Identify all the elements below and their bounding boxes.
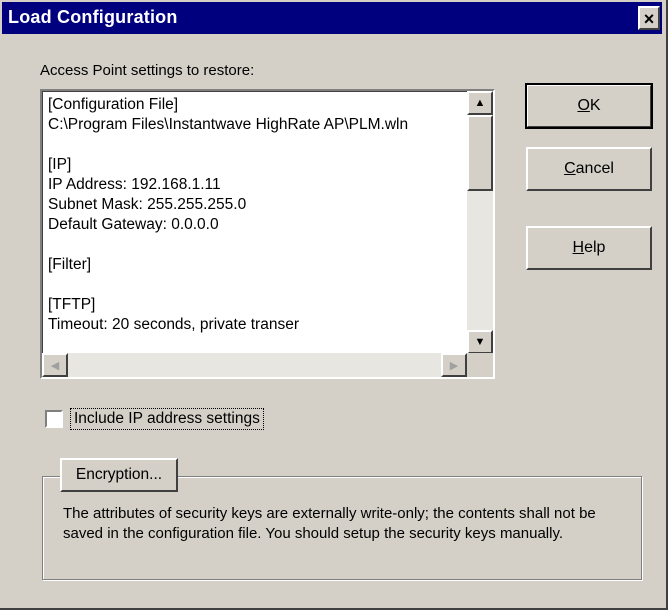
settings-line: [IP]	[48, 156, 72, 173]
load-configuration-dialog: Load Configuration × Access Point settin…	[0, 0, 668, 610]
horizontal-scrollbar[interactable]: ◀ ▶	[42, 353, 467, 377]
ok-rest-label: K	[589, 97, 601, 114]
settings-line	[48, 135, 468, 155]
settings-line: [TFTP]	[48, 296, 96, 313]
arrow-right-icon: ▶	[449, 359, 459, 372]
help-accel-letter: H	[572, 239, 585, 256]
settings-listbox[interactable]: [Configuration File] C:\Program Files\Ins…	[40, 89, 495, 379]
cancel-rest-label: ancel	[575, 160, 614, 177]
ok-button[interactable]: OK	[525, 83, 653, 129]
cancel-accel-letter: C	[564, 160, 576, 177]
settings-line: Timeout: 20 seconds, private transer	[48, 316, 299, 333]
include-ip-label[interactable]: Include IP address settings	[70, 408, 264, 430]
vertical-scrollbar[interactable]: ▲ ▼	[467, 91, 493, 354]
settings-line: Default Gateway: 0.0.0.0	[48, 216, 219, 233]
settings-line	[48, 235, 468, 255]
settings-line: [Filter]	[48, 256, 92, 273]
arrow-left-icon: ◀	[50, 359, 60, 372]
scrollbar-corner	[467, 353, 493, 377]
settings-text: [Configuration File] C:\Program Files\Ins…	[48, 95, 468, 353]
settings-label: Access Point settings to restore:	[40, 62, 255, 79]
close-icon: ×	[643, 9, 655, 29]
arrow-down-icon: ▼	[474, 336, 486, 348]
close-button[interactable]: ×	[638, 6, 660, 30]
settings-line: C:\Program Files\Instantwave HighRate AP…	[48, 116, 409, 133]
scroll-right-button[interactable]: ▶	[441, 353, 467, 377]
encryption-note: The attributes of security keys are exte…	[63, 505, 596, 542]
ok-accel-letter: O	[577, 97, 590, 114]
dialog-title: Load Configuration	[8, 7, 178, 27]
vertical-scroll-thumb[interactable]	[467, 115, 493, 191]
help-button[interactable]: Help	[526, 226, 652, 270]
settings-line	[48, 275, 468, 295]
include-ip-checkbox[interactable]	[45, 410, 63, 428]
scroll-up-button[interactable]: ▲	[467, 91, 493, 115]
settings-line: [Configuration File]	[48, 96, 179, 113]
cancel-button[interactable]: Cancel	[526, 147, 652, 191]
title-bar[interactable]: Load Configuration ×	[2, 2, 662, 34]
scroll-left-button[interactable]: ◀	[42, 353, 68, 377]
arrow-up-icon: ▲	[474, 97, 486, 109]
scroll-down-button[interactable]: ▼	[467, 330, 493, 354]
settings-line: Subnet Mask: 255.255.255.0	[48, 196, 247, 213]
encryption-button[interactable]: Encryption...	[60, 458, 178, 492]
help-rest-label: elp	[584, 239, 606, 256]
settings-line: IP Address: 192.168.1.11	[48, 176, 221, 193]
